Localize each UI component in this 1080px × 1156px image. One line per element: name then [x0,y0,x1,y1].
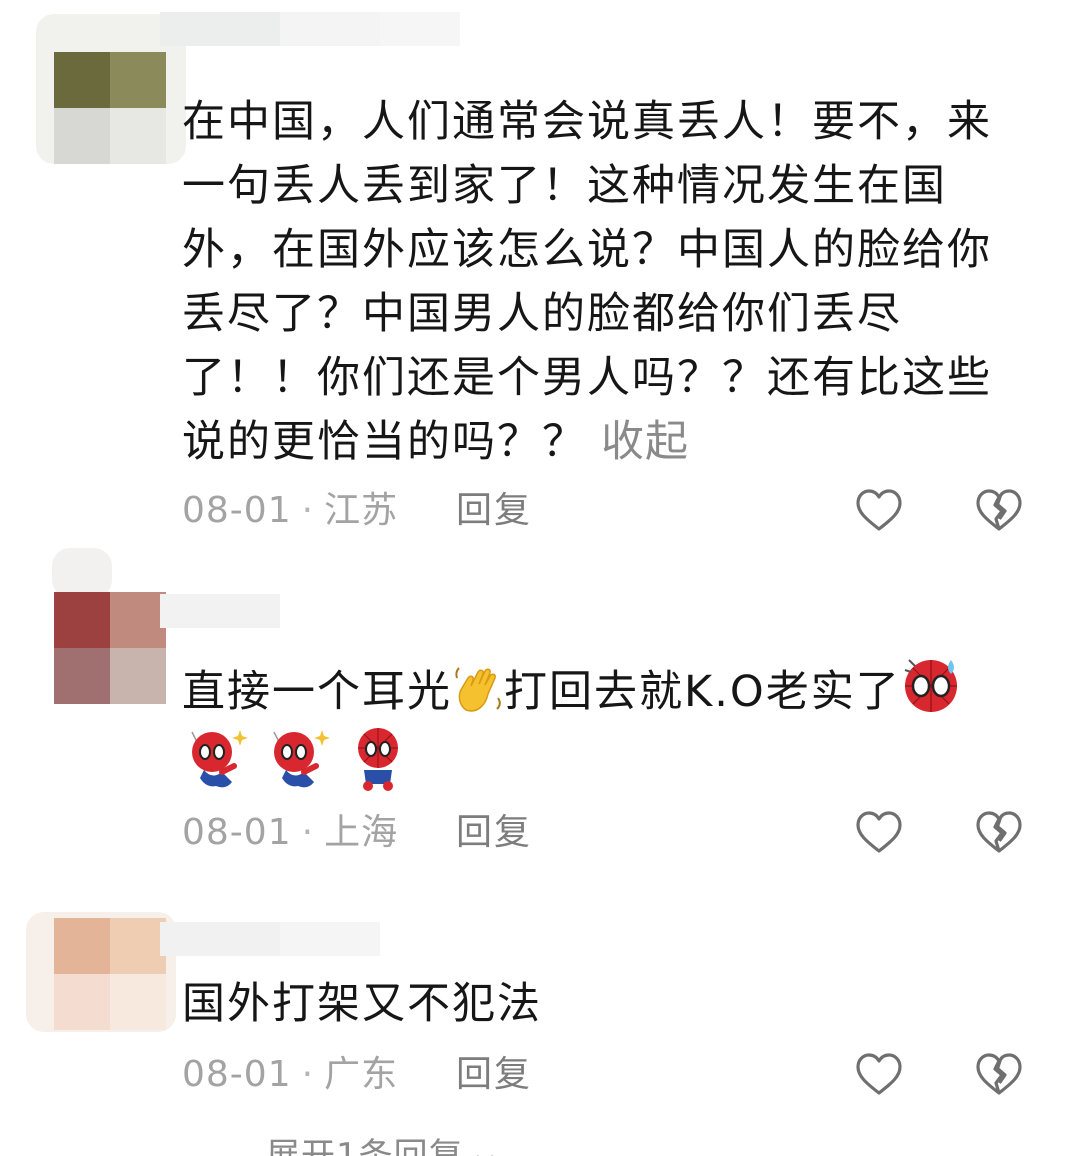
comment-list: 在中国，人们通常会说真丢人！要不，来一句丢人丢到家了！这种情况发生在国外，在国外… [0,0,1080,1156]
comment-date: 08-01 [182,1054,292,1095]
heart-outline-icon[interactable] [854,1050,904,1100]
avatar[interactable] [54,918,166,1030]
comment-meta: 08-01 · 广东 回复 [182,1050,1042,1100]
reply-button[interactable]: 回复 [456,1050,532,1100]
expand-replies-link[interactable]: 展开1条回复 [266,1136,495,1156]
username[interactable] [160,922,380,956]
meta-separator: · [301,1054,315,1095]
chevron-down-icon [475,1136,495,1156]
comment-text: 国外打架又不犯法 [182,979,542,1029]
broken-heart-outline-icon[interactable] [974,1050,1024,1100]
comment-location: 广东 [324,1054,399,1095]
comment-item: 国外打架又不犯法 08-01 · 广东 回复 [0,0,1080,1156]
expand-replies-label: 展开1条回复 [266,1136,464,1156]
